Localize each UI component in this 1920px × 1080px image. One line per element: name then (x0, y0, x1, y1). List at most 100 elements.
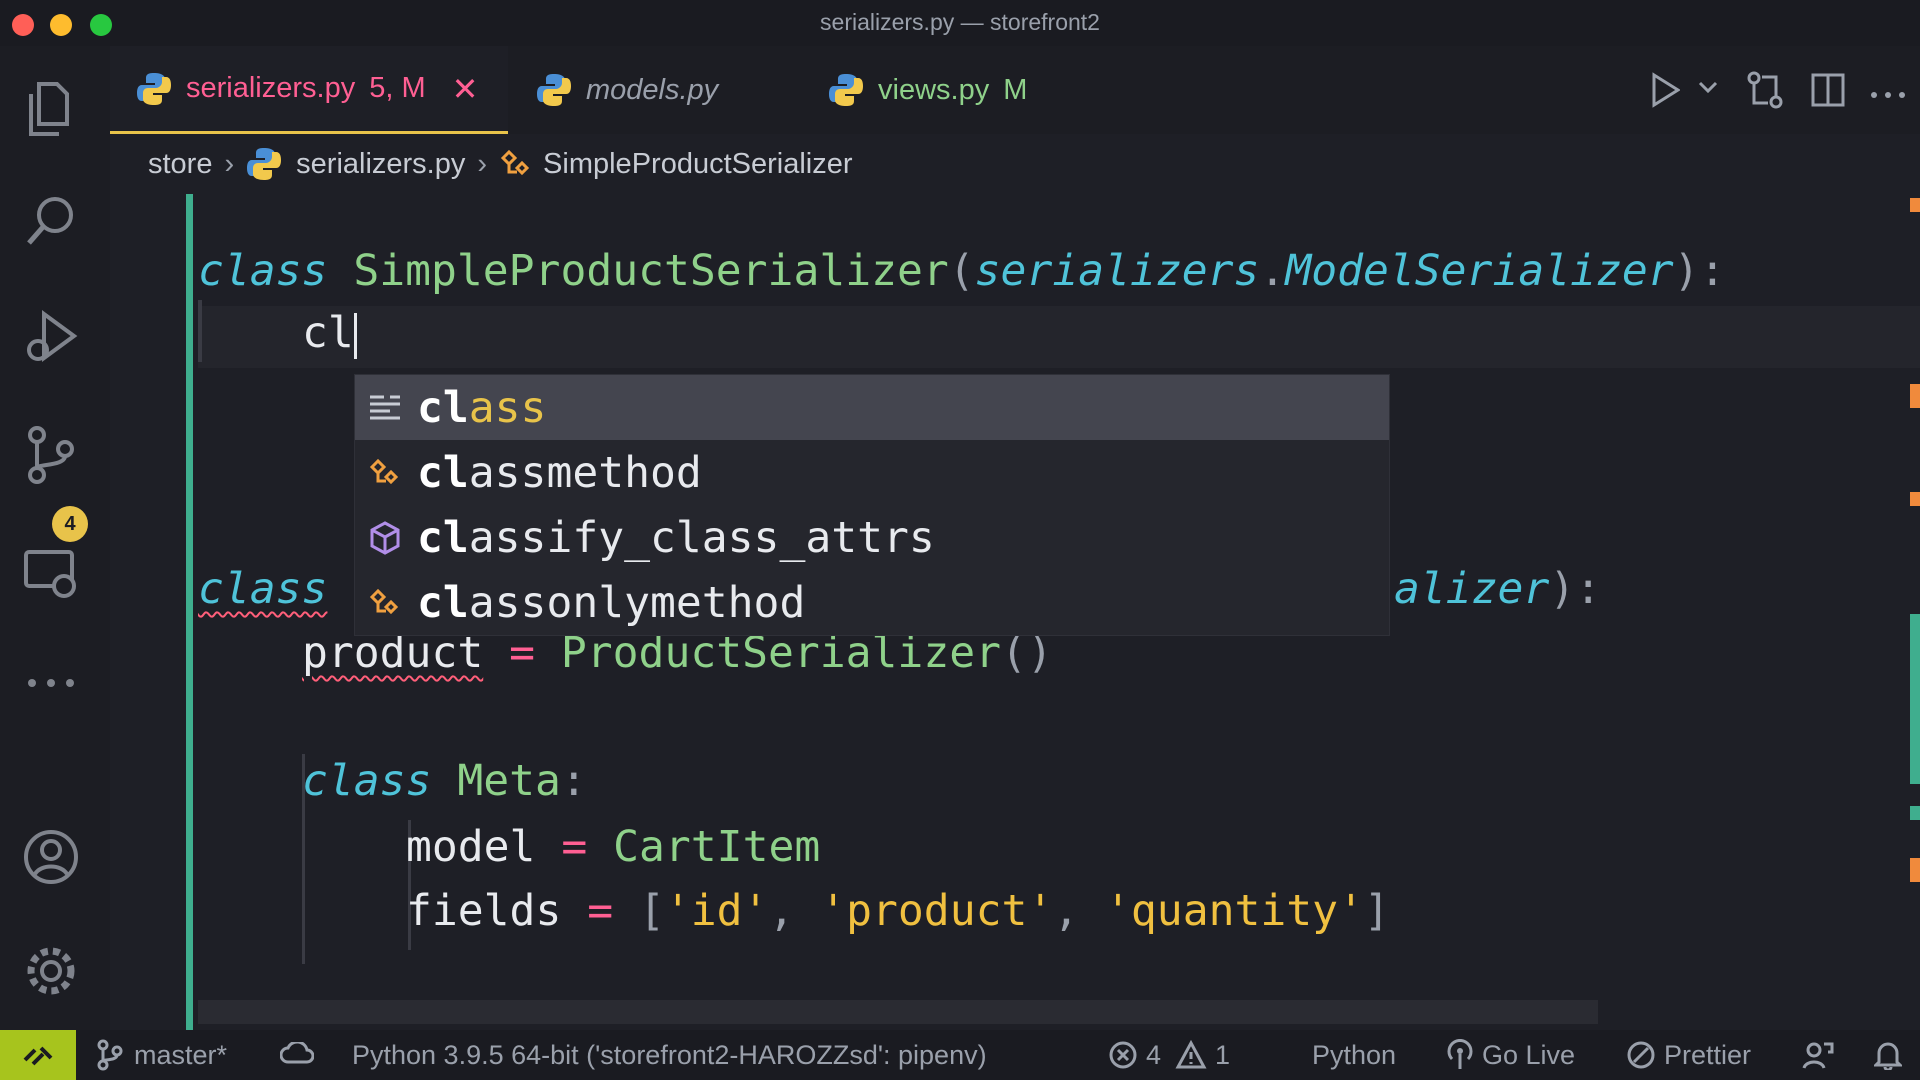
notifications-bell-icon[interactable] (1874, 1030, 1902, 1080)
code-line: class (198, 564, 327, 614)
compare-changes-icon[interactable] (1746, 70, 1784, 115)
python-interpreter[interactable]: Python 3.9.5 64-bit ('storefront2-HAROZZ… (352, 1030, 987, 1080)
tab-views[interactable]: views.py M (828, 46, 1128, 134)
operator: = (561, 822, 588, 872)
branch-name: master* (134, 1039, 228, 1070)
keyword: class (302, 756, 432, 806)
window-title: serializers.py — storefront2 (820, 9, 1100, 35)
go-live-button[interactable]: Go Live (1446, 1030, 1575, 1080)
paren-colon: ): (1549, 564, 1602, 614)
code-line-current: cl (302, 308, 357, 359)
git-modified-gutter (186, 194, 193, 1030)
chevron-down-icon[interactable] (1698, 80, 1718, 99)
class-name: SimpleProductSerializer (353, 246, 949, 296)
colon: : (560, 756, 587, 806)
breadcrumb-file[interactable]: serializers.py (296, 148, 465, 181)
git-branch-icon (97, 1039, 123, 1071)
chevron-right-icon: › (224, 147, 235, 180)
remote-indicator-icon[interactable] (0, 1030, 76, 1080)
string: 'quantity' (1105, 886, 1364, 936)
suggestion-item[interactable]: cl assify_class_attrs (355, 505, 1389, 570)
overview-ruler-mark (1910, 858, 1920, 882)
prettier-status-icon (1627, 1041, 1655, 1069)
explorer-icon[interactable] (18, 76, 84, 142)
operator: = (587, 886, 614, 936)
settings-gear-icon[interactable] (18, 938, 84, 1004)
code-line: alizer): (1394, 564, 1601, 614)
suggestion-rest: assify_class_attrs (468, 512, 935, 563)
current-line-highlight (198, 306, 1920, 368)
activity-bar: 4 (0, 46, 110, 1030)
more-actions-icon[interactable] (1870, 86, 1906, 104)
suggestion-rest: assmethod (468, 447, 702, 498)
source-control-badge: 4 (52, 506, 88, 542)
breadcrumb-symbol[interactable]: SimpleProductSerializer (543, 148, 852, 181)
class-name: Meta (457, 756, 561, 806)
suggestion-match: cl (417, 447, 469, 498)
tab-serializers[interactable]: serializers.py 5, M ✕ (110, 46, 508, 134)
sync-icon[interactable] (280, 1030, 314, 1080)
status-bar: master* Python 3.9.5 64-bit ('storefront… (0, 1030, 1920, 1080)
prettier-button[interactable]: Prettier (1626, 1030, 1751, 1080)
breadcrumb-folder[interactable]: store (148, 148, 212, 181)
account-icon[interactable] (18, 824, 84, 890)
variable: model (406, 822, 536, 872)
code-line: fields = ['id', 'product', 'quantity'] (406, 886, 1390, 936)
typed-text: cl (302, 308, 354, 358)
go-live-label: Go Live (1482, 1039, 1576, 1070)
suggestion-item[interactable]: cl assonlymethod (355, 570, 1389, 635)
class-name: CartItem (613, 822, 821, 872)
overview-ruler-mark (1910, 198, 1920, 212)
feedback-icon[interactable] (1802, 1030, 1834, 1080)
comma: , (768, 886, 795, 936)
indent-guide (198, 300, 202, 362)
search-icon[interactable] (18, 188, 84, 254)
class-symbol-icon (500, 149, 530, 176)
prettier-label: Prettier (1664, 1039, 1752, 1070)
text-cursor (353, 312, 357, 359)
python-file-icon (829, 74, 863, 106)
split-editor-icon[interactable] (1810, 72, 1846, 113)
tab-label: serializers.py (186, 72, 356, 104)
bracket: ] (1363, 886, 1390, 936)
source-control-icon[interactable] (18, 422, 84, 488)
tab-models[interactable]: models.py (536, 46, 836, 134)
run-file-icon[interactable] (1650, 72, 1681, 113)
interpreter-label: Python 3.9.5 64-bit ('storefront2-HAROZZ… (352, 1039, 987, 1070)
title-bar: serializers.py — storefront2 (0, 0, 1920, 46)
tab-label: views.py (878, 73, 990, 106)
warning-count: 1 (1215, 1039, 1231, 1070)
paren: ( (948, 246, 975, 296)
vertical-scrollbar[interactable] (1910, 614, 1920, 784)
error-icon (1109, 1041, 1137, 1069)
python-file-icon (537, 74, 571, 106)
horizontal-scrollbar[interactable] (198, 1000, 1598, 1024)
close-tab-icon[interactable]: ✕ (452, 70, 479, 108)
problems-indicator[interactable]: 4 1 (1108, 1030, 1230, 1080)
base-class: alizer (1394, 564, 1550, 614)
tab-label: models.py (586, 73, 719, 106)
suggestion-item[interactable]: cl assmethod (355, 440, 1389, 505)
variable: fields (406, 886, 562, 936)
tab-status-badge: M (1003, 73, 1028, 106)
more-icon[interactable] (18, 650, 84, 716)
base-class: ModelSerializer (1285, 246, 1674, 296)
code-line: model = CartItem (406, 822, 820, 872)
suggestion-match: cl (417, 512, 469, 563)
overview-ruler-mark (1910, 384, 1920, 408)
string: 'product' (820, 886, 1054, 936)
python-file-icon (137, 72, 171, 105)
breadcrumb: store › serializers.py › SimpleProductSe… (110, 134, 1920, 194)
remote-explorer-icon[interactable] (18, 542, 84, 608)
suggestion-rest: assonlymethod (468, 577, 806, 628)
code-line: class Meta: (302, 756, 587, 806)
suggestion-item[interactable]: cl ass (355, 375, 1389, 440)
overview-ruler-mark (1910, 492, 1920, 506)
string: 'id' (664, 886, 769, 936)
language-mode[interactable]: Python (1312, 1030, 1396, 1080)
branch-indicator[interactable]: master* (96, 1030, 227, 1080)
suggestion-match: cl (417, 577, 469, 628)
error-count: 4 (1146, 1039, 1162, 1070)
run-debug-icon[interactable] (18, 304, 84, 370)
module-icon (365, 518, 405, 558)
